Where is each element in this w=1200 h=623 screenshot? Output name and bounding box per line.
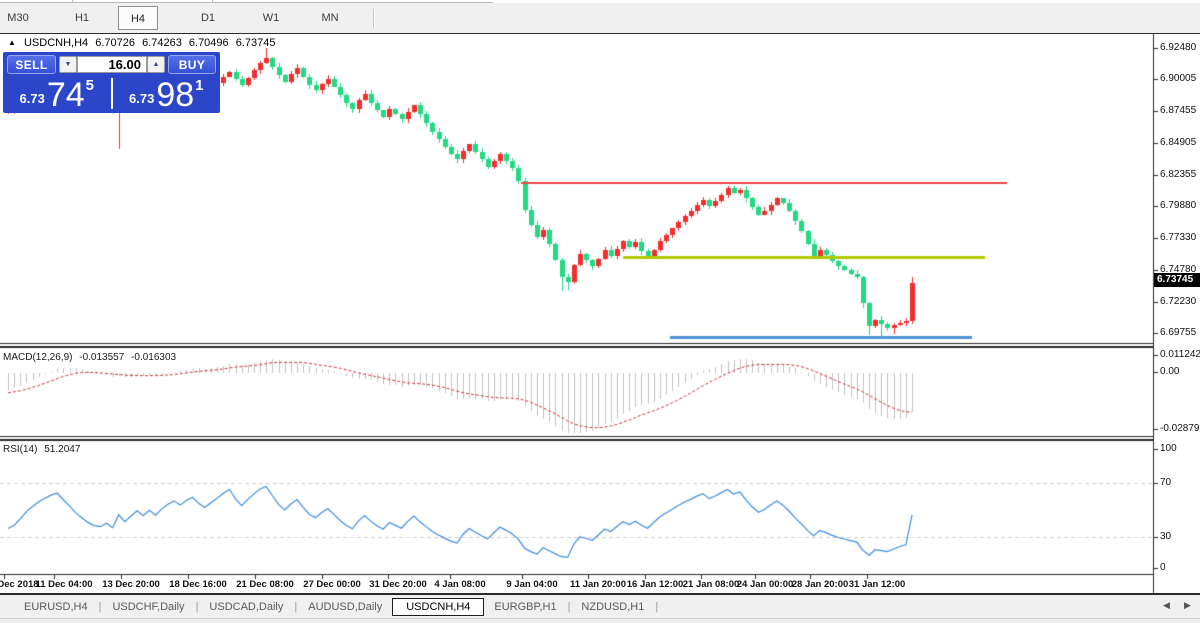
time-axis-label: 24 Jan 00:00 (737, 579, 794, 590)
trade-controls-row: SELL ▼ ▲ BUY (3, 55, 220, 75)
collapse-triangle-icon[interactable]: ▲ (8, 38, 16, 47)
tab-separator: | (568, 601, 571, 613)
macd-value-signal: -0.016303 (131, 352, 176, 363)
tab-usdchf-daily[interactable]: USDCHF,Daily (108, 601, 188, 613)
tab-separator: | (99, 601, 102, 613)
time-axis-label: 18 Dec 16:00 (169, 579, 227, 590)
ohlc-open: 6.70726 (95, 37, 135, 49)
one-click-trading-panel: SELL ▼ ▲ BUY 6.73 74 5 6.73 98 1 (3, 52, 220, 113)
buy-price[interactable]: 6.73 98 1 (113, 76, 221, 112)
time-axis-label: 27 Dec 00:00 (303, 579, 361, 590)
price-scale-label: 6.90005 (1160, 73, 1200, 85)
tab-usdcad-daily[interactable]: USDCAD,Daily (205, 601, 287, 613)
price-scale-label: 6.84905 (1160, 137, 1200, 149)
time-axis[interactable]: 5 Dec 201811 Dec 04:00 13 Dec 20:00 18 Dec… (0, 575, 1153, 593)
buy-price-main: 98 (156, 80, 194, 110)
tab-separator: | (655, 601, 658, 613)
timeframe-toolbar: M30 H1 H4 D1 W1 MN (0, 3, 1200, 33)
buy-price-prefix: 6.73 (129, 91, 154, 106)
rsi-name: RSI(14) (3, 444, 37, 455)
ohlc-close: 6.73745 (236, 37, 276, 49)
time-axis-label: 31 Jan 12:00 (849, 579, 906, 590)
toolbar-separator (373, 9, 375, 28)
time-axis-label: 13 Dec 20:00 (102, 579, 160, 590)
tab-scroll-left-icon[interactable]: ◀ (1163, 600, 1170, 611)
buy-button[interactable]: BUY (168, 55, 216, 74)
sell-price[interactable]: 6.73 74 5 (3, 76, 111, 112)
time-axis-label: 4 Jan 08:00 (434, 579, 485, 590)
tab-separator: | (294, 601, 297, 613)
rsi-scale-label: 70 (1160, 477, 1200, 489)
timeframe-button-m30[interactable]: M30 (0, 6, 38, 30)
rsi-scale-label: 30 (1160, 531, 1200, 543)
tab-scroll-right-icon[interactable]: ▶ (1184, 600, 1191, 611)
timeframe-button-h1[interactable]: H1 (62, 6, 102, 30)
status-strip (0, 618, 1200, 623)
chart-tab-bar: EURUSD,H4 | USDCHF,Daily | USDCAD,Daily | AUDU… (0, 595, 1200, 618)
sell-price-prefix: 6.73 (20, 91, 45, 106)
volume-input[interactable] (77, 56, 147, 73)
time-axis-label: 9 Jan 04:00 (506, 579, 557, 590)
macd-scale-label: -0.028797 (1160, 423, 1200, 435)
tab-eurgbp-h1[interactable]: EURGBP,H1 (490, 601, 560, 613)
time-axis-label: 5 Dec 2018 (0, 579, 39, 590)
price-scale-label: 6.79880 (1160, 200, 1200, 212)
price-scale-label: 6.92480 (1160, 42, 1200, 54)
price-scale-label: 6.72230 (1160, 296, 1200, 308)
timeframe-button-h4[interactable]: H4 (118, 6, 158, 30)
tab-nzdusd-h1[interactable]: NZDUSD,H1 (577, 601, 648, 613)
sell-price-main: 74 (47, 80, 85, 110)
tab-eurusd-h4[interactable]: EURUSD,H4 (20, 601, 92, 613)
chart-window-top-border (0, 33, 1200, 34)
macd-value-main: -0.013557 (79, 352, 124, 363)
time-axis-label: 21 Dec 08:00 (236, 579, 294, 590)
buy-price-pip: 1 (195, 77, 203, 94)
rsi-scale-label: 100 (1160, 443, 1200, 455)
tab-usdcnh-h4[interactable]: USDCNH,H4 (392, 598, 484, 616)
macd-name: MACD(12,26,9) (3, 352, 72, 363)
price-scale-label: 6.69755 (1160, 327, 1200, 339)
time-axis-label: 16 Jan 12:00 (627, 579, 684, 590)
bid-ask-prices: 6.73 74 5 6.73 98 1 (3, 76, 220, 112)
time-axis-label: 28 Jan 20:00 (792, 579, 849, 590)
rsi-indicator-label: RSI(14) 51.2047 (3, 444, 84, 455)
time-axis-label: 11 Jan 20:00 (570, 579, 626, 590)
tab-separator: | (196, 601, 199, 613)
timeframe-button-d1[interactable]: D1 (188, 6, 228, 30)
chart-title: ▲ USDCNH,H4 6.70726 6.74263 6.70496 6.73… (8, 37, 279, 50)
time-axis-label: 11 Dec 04:00 (35, 579, 92, 590)
sell-price-pip: 5 (86, 77, 94, 94)
volume-increase-button[interactable]: ▲ (147, 56, 165, 73)
price-scale-label: 6.87455 (1160, 105, 1200, 117)
tab-audusd-daily[interactable]: AUDUSD,Daily (304, 601, 386, 613)
time-axis-label: 31 Dec 20:00 (369, 579, 427, 590)
time-axis-label: 21 Jan 08:00 (683, 579, 740, 590)
macd-scale-label: 0.011242 (1160, 349, 1200, 361)
tabs: EURUSD,H4 | USDCHF,Daily | USDCAD,Daily | AUDU… (20, 598, 665, 616)
timeframe-button-w1[interactable]: W1 (251, 6, 291, 30)
sell-button[interactable]: SELL (7, 55, 56, 74)
volume-decrease-button[interactable]: ▼ (59, 56, 77, 73)
macd-scale-label: 0.00 (1160, 366, 1200, 378)
current-price-badge: 6.73745 (1154, 273, 1200, 287)
price-scale-label: 6.77330 (1160, 232, 1200, 244)
price-scale-label: 6.82355 (1160, 169, 1200, 181)
macd-indicator-label: MACD(12,26,9) -0.013557 -0.016303 (3, 352, 180, 363)
ohlc-high: 6.74263 (142, 37, 182, 49)
rsi-scale-label: 0 (1160, 562, 1200, 574)
timeframe-button-mn[interactable]: MN (310, 6, 350, 30)
rsi-value: 51.2047 (44, 444, 80, 455)
ohlc-low: 6.70496 (189, 37, 229, 49)
chart-symbol: USDCNH,H4 (24, 37, 88, 49)
